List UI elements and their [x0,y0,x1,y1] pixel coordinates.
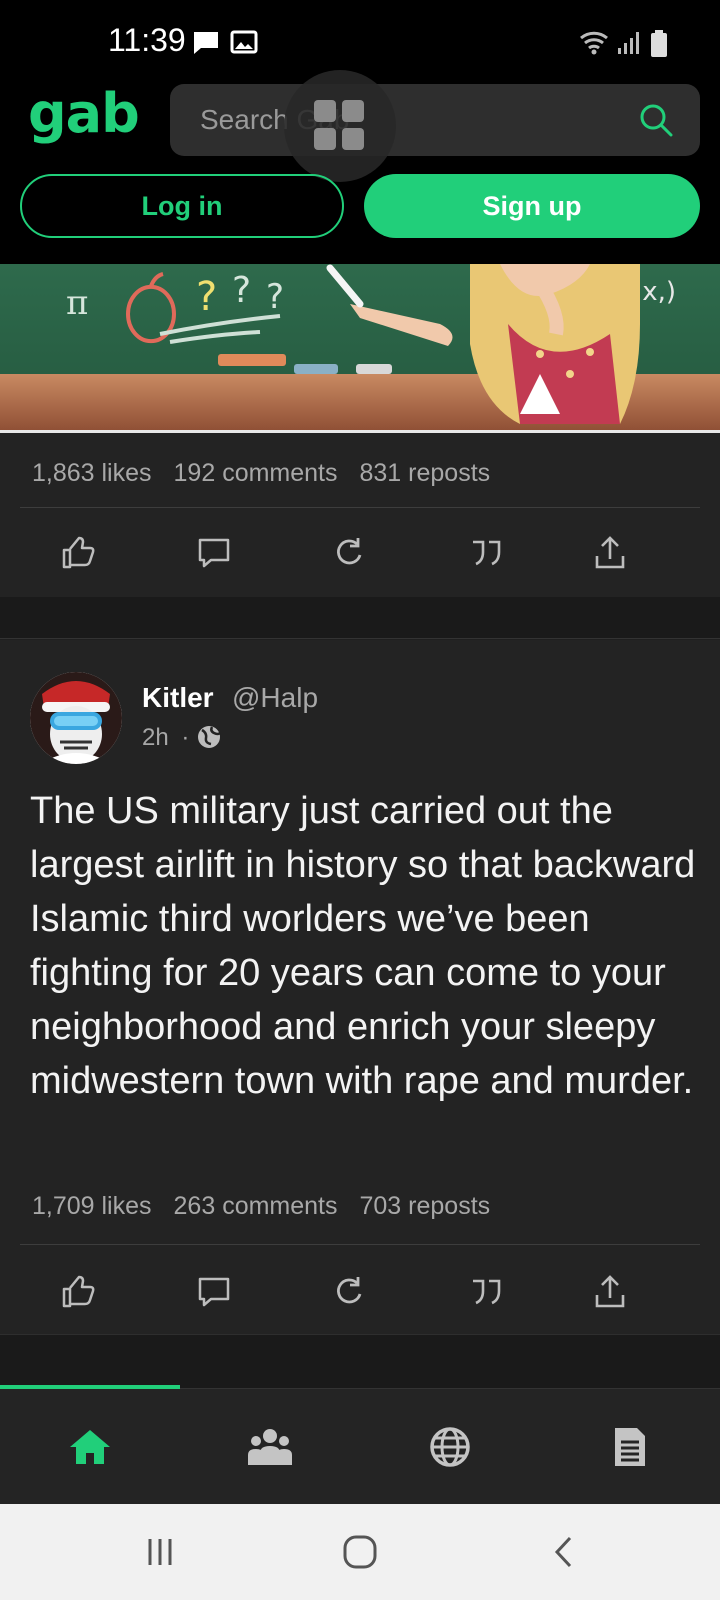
home-button[interactable] [300,1504,420,1600]
avatar[interactable] [30,672,122,764]
like-icon [62,536,95,569]
comment-icon [198,1277,230,1307]
quote-button[interactable] [456,1262,516,1322]
repost-button[interactable] [320,1262,380,1322]
post-card-footer: 1,863 likes 192 comments 831 reposts [0,433,720,597]
post-actions [0,523,720,583]
reposts-count[interactable]: 831 reposts [360,459,491,488]
nav-groups[interactable] [180,1389,360,1505]
likes-count[interactable]: 1,709 likes [32,1192,152,1221]
recents-icon [148,1539,172,1565]
svg-text:.x,): .x,) [634,277,676,307]
back-button[interactable] [504,1504,624,1600]
wifi-icon [580,31,608,55]
share-icon [595,536,625,569]
system-nav-bar [0,1504,720,1600]
explore-globe-icon [430,1427,470,1467]
likes-count[interactable]: 1,863 likes [32,459,152,488]
app-header: gab Search Gab Log in Sign up [0,68,720,264]
post-time[interactable]: 2h · [142,724,189,752]
quote-button[interactable] [456,523,516,583]
image-notification-icon [230,30,258,54]
news-document-icon [615,1428,645,1466]
repost-icon [337,538,362,565]
like-button[interactable] [48,1262,108,1322]
share-icon [595,1275,625,1308]
time-separator: · [181,724,190,751]
nav-explore[interactable] [360,1389,540,1505]
status-bar: 11:39 [0,0,720,68]
svg-text:?: ? [232,270,251,311]
message-notification-icon [194,32,218,54]
status-time: 11:39 [108,22,186,58]
login-button[interactable]: Log in [20,174,344,238]
quote-icon [473,1279,501,1305]
author-name[interactable]: Kitler [142,682,214,714]
post-time-label: 2h [142,724,169,751]
comment-icon [198,538,230,568]
signup-button[interactable]: Sign up [364,174,700,238]
reposts-count[interactable]: 703 reposts [360,1192,491,1221]
comments-count[interactable]: 263 comments [174,1192,338,1221]
recents-button[interactable] [100,1504,220,1600]
feed-spacer [0,1334,720,1388]
public-globe-icon [198,726,221,748]
nav-news[interactable] [540,1389,720,1505]
like-button[interactable] [48,523,108,583]
groups-icon [248,1429,292,1465]
post-actions [0,1262,720,1322]
comment-button[interactable] [184,1262,244,1322]
svg-text:?: ? [196,274,217,320]
floating-app-bubble[interactable] [284,70,396,182]
feed-spacer [0,597,720,639]
post-stats: 1,863 likes 192 comments 831 reposts [32,459,490,488]
divider [20,507,700,508]
repost-icon [337,1277,362,1304]
share-button[interactable] [580,523,640,583]
nav-home[interactable] [0,1389,180,1505]
comments-count[interactable]: 192 comments [174,459,338,488]
home-button-icon [343,1535,377,1569]
battery-icon [651,30,667,57]
quote-icon [473,540,501,566]
signal-icon [618,32,639,54]
author-handle[interactable]: @Halp [232,682,318,714]
bottom-nav [0,1385,720,1505]
back-icon [554,1536,572,1568]
search-icon[interactable] [638,102,674,138]
divider [20,1244,700,1245]
gab-logo[interactable]: gab [28,82,140,145]
like-icon [62,1275,95,1308]
home-icon [70,1430,110,1464]
post-image[interactable]: π ? ? ? .x,) [0,264,720,432]
svg-text:π: π [66,283,88,323]
post-stats: 1,709 likes 263 comments 703 reposts [32,1192,490,1221]
svg-text:?: ? [266,277,284,317]
post-text: The US military just carried out the lar… [30,790,696,1102]
comment-button[interactable] [184,523,244,583]
share-button[interactable] [580,1262,640,1322]
search-input[interactable]: Search Gab [170,84,700,156]
repost-button[interactable] [320,523,380,583]
